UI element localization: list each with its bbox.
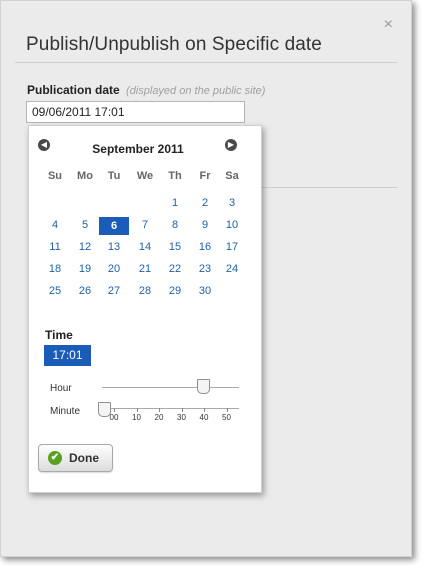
minute-tick-label: 10 xyxy=(132,413,141,422)
checkmark-icon: ✔ xyxy=(48,451,62,465)
publication-date-hint: (displayed on the public site) xyxy=(126,85,266,97)
calendar-day[interactable]: 27 xyxy=(99,285,129,297)
calendar-day[interactable]: 24 xyxy=(217,263,247,275)
minute-label: Minute xyxy=(50,406,81,417)
time-label: Time xyxy=(45,328,73,342)
minute-tick-label: 40 xyxy=(199,413,209,422)
minute-tick-label: 20 xyxy=(154,413,164,422)
minute-tick-label: 00 xyxy=(109,413,119,422)
calendar-day[interactable]: 30 xyxy=(190,285,220,297)
publication-date-label: Publication date (displayed on the publi… xyxy=(27,83,265,97)
dialog-frame: × Publish/Unpublish on Specific date Pub… xyxy=(0,0,412,557)
weekday-header: Su xyxy=(47,170,63,182)
calendar-day-selected[interactable]: 6 xyxy=(99,217,129,235)
month-title: September 2011 xyxy=(92,142,184,156)
weekday-header: Mo xyxy=(77,170,93,182)
calendar-day[interactable]: 5 xyxy=(70,219,100,231)
calendar-day[interactable]: 7 xyxy=(130,219,160,231)
calendar-day[interactable]: 20 xyxy=(99,263,129,275)
calendar-day[interactable]: 26 xyxy=(70,285,100,297)
calendar-day[interactable]: 12 xyxy=(70,241,100,253)
calendar-day[interactable]: 18 xyxy=(40,263,70,275)
calendar-day[interactable]: 19 xyxy=(70,263,100,275)
calendar-day[interactable]: 21 xyxy=(130,263,160,275)
minute-tick xyxy=(159,408,160,412)
publication-date-label-text: Publication date xyxy=(27,83,120,97)
calendar-day[interactable]: 10 xyxy=(217,219,247,231)
done-button[interactable]: ✔ Done xyxy=(38,444,113,472)
section-divider xyxy=(259,187,397,188)
calendar-day[interactable]: 22 xyxy=(160,263,190,275)
minute-tick xyxy=(226,408,228,412)
calendar-day[interactable]: 28 xyxy=(130,285,160,297)
calendar-day[interactable]: 14 xyxy=(130,241,160,253)
calendar-day[interactable]: 23 xyxy=(190,263,220,275)
weekday-header: Fr xyxy=(199,170,211,182)
calendar-day[interactable]: 8 xyxy=(160,219,190,231)
calendar-day[interactable]: 16 xyxy=(190,241,220,253)
calendar-day[interactable]: 1 xyxy=(160,197,190,209)
calendar-day[interactable]: 15 xyxy=(160,241,190,253)
title-divider xyxy=(15,62,397,63)
calendar-day[interactable]: 4 xyxy=(40,219,70,231)
weekday-header: Tu xyxy=(107,170,121,182)
hour-slider-thumb[interactable] xyxy=(197,379,211,394)
calendar-day[interactable]: 11 xyxy=(40,241,70,253)
calendar-day[interactable]: 29 xyxy=(160,285,190,297)
calendar-day[interactable]: 13 xyxy=(99,241,129,253)
minute-tick xyxy=(114,408,115,412)
close-icon[interactable]: × xyxy=(384,17,393,33)
calendar-day[interactable]: 25 xyxy=(40,285,70,297)
calendar-day[interactable]: 3 xyxy=(217,197,247,209)
weekday-header: Sa xyxy=(225,170,239,182)
minute-tick-label: 30 xyxy=(177,413,186,422)
datetime-picker: ◀ ▶ September 2011 Su Mo Tu We Th Fr Sa 1 2 3 4 5 6 7… xyxy=(28,125,262,493)
minute-slider-track[interactable] xyxy=(102,408,239,409)
hour-label: Hour xyxy=(50,383,72,394)
calendar-day[interactable]: 9 xyxy=(190,219,220,231)
time-display: 17:01 xyxy=(44,345,91,366)
publication-date-input[interactable]: 09/06/2011 17:01 xyxy=(26,101,245,123)
minute-tick xyxy=(181,408,183,412)
minute-tick-label: 50 xyxy=(222,413,231,422)
dialog-title: Publish/Unpublish on Specific date xyxy=(26,34,322,55)
minute-tick xyxy=(136,408,138,412)
calendar-day[interactable]: 17 xyxy=(217,241,247,253)
minute-tick xyxy=(204,408,205,412)
calendar-day[interactable]: 2 xyxy=(190,197,220,209)
weekday-header: We xyxy=(136,170,154,182)
hour-slider-track[interactable] xyxy=(102,387,239,388)
weekday-header: Th xyxy=(168,170,182,182)
done-button-label: Done xyxy=(69,451,99,465)
